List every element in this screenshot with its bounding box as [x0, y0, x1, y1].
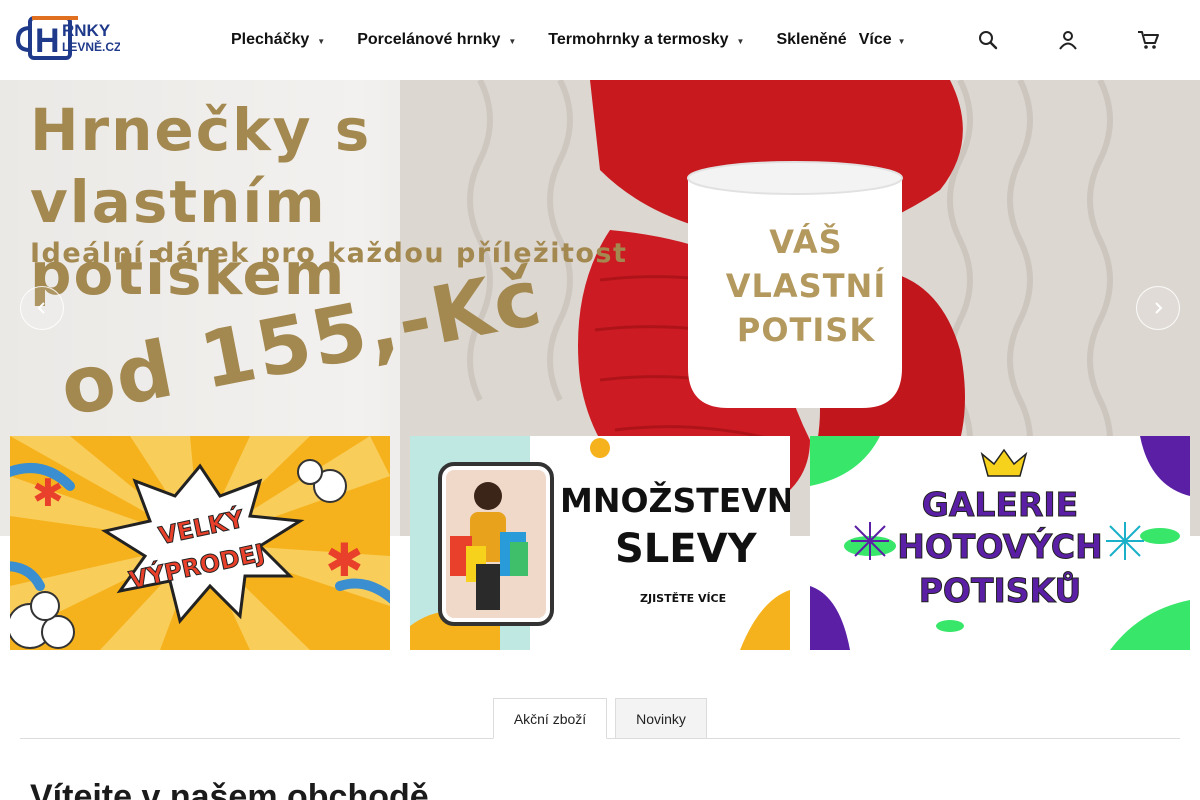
svg-text:RNKY: RNKY [62, 21, 111, 40]
user-icon[interactable] [1056, 28, 1080, 52]
site-header: H RNKY LEVNĚ.CZ Plecháčky ▼ Porcelánové … [0, 0, 1200, 80]
banner-velky-vyprodej[interactable]: ✱ ✱ VELKÝ VÝPRODEJ [10, 436, 390, 650]
search-icon[interactable] [976, 28, 1000, 52]
svg-text:GALERIE: GALERIE [922, 485, 1078, 524]
tab-akcni-zbozi[interactable]: Akční zboží [493, 698, 607, 739]
logo-mug-icon: H RNKY LEVNĚ.CZ [15, 16, 121, 60]
chevron-down-icon: ▼ [897, 36, 906, 46]
tab-label: Novinky [636, 710, 686, 727]
svg-text:SLEVY: SLEVY [615, 526, 758, 572]
chevron-right-icon [1155, 302, 1163, 314]
tab-label: Akční zboží [513, 710, 587, 727]
svg-text:MNOŽSTEVNÍ: MNOŽSTEVNÍ [560, 480, 790, 520]
cart-icon[interactable] [1136, 28, 1160, 52]
nav-label: Termohrnky a termosky [548, 31, 729, 48]
chevron-down-icon: ▼ [317, 36, 326, 46]
nav-item-porcelanove-hrnky[interactable]: Porcelánové hrnky ▼ [341, 0, 532, 80]
svg-text:H: H [35, 22, 60, 60]
nav-item-plechacky[interactable]: Plecháčky ▼ [215, 0, 341, 80]
svg-text:✱: ✱ [325, 533, 364, 587]
banner-galerie-potisku[interactable]: GALERIE HOTOVÝCH POTISKŮ [810, 436, 1190, 650]
mug-print-text: VÁŠ VLASTNÍ POTISK [725, 223, 887, 349]
nav-item-sklenene[interactable]: Skleněné [760, 0, 852, 80]
chevron-left-icon [37, 302, 45, 314]
svg-text:ZJISTĚTE VÍCE: ZJISTĚTE VÍCE [640, 592, 726, 605]
banner-mnozstevni-slevy[interactable]: MNOŽSTEVNÍ SLEVY ZJISTĚTE VÍCE [410, 436, 790, 650]
slider-next-button[interactable] [1136, 286, 1180, 330]
welcome-heading: Vítejte v našem obchodě [30, 778, 429, 800]
nav-label: Plecháčky [231, 31, 310, 48]
nav-label: Více [858, 31, 892, 48]
svg-text:HOTOVÝCH: HOTOVÝCH [897, 526, 1102, 566]
site-logo[interactable]: H RNKY LEVNĚ.CZ [15, 14, 121, 62]
nav-label: Skleněné [776, 31, 847, 48]
hero-subtitle: Ideální dárek pro každou příležitost [30, 238, 628, 269]
nav-label: Porcelánové hrnky [357, 31, 501, 48]
nav-item-vice[interactable]: Více ▼ [853, 0, 922, 80]
slider-prev-button[interactable] [20, 286, 64, 330]
nav-item-termohrnky[interactable]: Termohrnky a termosky ▼ [532, 0, 760, 80]
chevron-down-icon: ▼ [736, 36, 745, 46]
main-nav: Plecháčky ▼ Porcelánové hrnky ▼ Termohrn… [215, 0, 922, 80]
tab-novinky[interactable]: Novinky [615, 698, 707, 739]
svg-text:LEVNĚ.CZ: LEVNĚ.CZ [62, 39, 120, 54]
chevron-down-icon: ▼ [508, 36, 517, 46]
svg-text:✱: ✱ [32, 471, 64, 515]
svg-text:POTISKŮ: POTISKŮ [919, 570, 1082, 610]
